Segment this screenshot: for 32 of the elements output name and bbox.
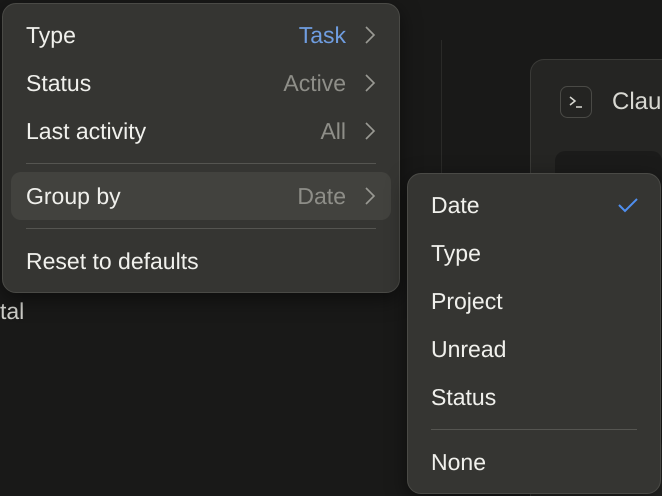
menu-item[interactable]: None (416, 438, 652, 486)
menu-item-value: Task (298, 22, 346, 48)
menu-item[interactable]: Status (416, 373, 652, 421)
menu-item-label: None (431, 448, 487, 476)
partial-text: tal (0, 298, 24, 325)
menu-item[interactable]: Type Task (11, 11, 391, 59)
menu-item-label: Date (431, 192, 481, 218)
menu-item[interactable]: Unread (416, 325, 652, 373)
menu-item-label: Last activity (26, 118, 148, 144)
menu-item-value: Date (297, 182, 346, 210)
menu-item-label: Unread (431, 336, 508, 362)
menu-item-label: Status (431, 384, 498, 410)
menu-item[interactable]: Project (416, 277, 652, 325)
chevron-right-icon (364, 186, 376, 206)
menu-item[interactable]: Date (416, 181, 652, 229)
menu-item[interactable]: Type (416, 229, 652, 277)
menu-item-label: Project (431, 288, 504, 314)
menu-item-label: Type (26, 22, 77, 48)
menu-item-label: Status (26, 70, 92, 96)
menu-item[interactable]: Reset to defaults (11, 237, 391, 285)
menu-item-label: Group by (26, 182, 122, 210)
menu-item-value: Active (283, 70, 346, 96)
menu-item-value: All (320, 118, 346, 144)
terminal-icon (560, 86, 592, 118)
menu-item[interactable]: Status Active (11, 59, 391, 107)
card-title: Clau (612, 88, 662, 116)
chevron-right-icon (364, 73, 376, 93)
menu-item-label: Type (431, 240, 482, 266)
menu-item[interactable]: Group by Date (11, 172, 391, 220)
menu-item[interactable]: Last activity All (11, 107, 391, 155)
chevron-right-icon (364, 25, 376, 45)
chevron-right-icon (364, 121, 376, 141)
